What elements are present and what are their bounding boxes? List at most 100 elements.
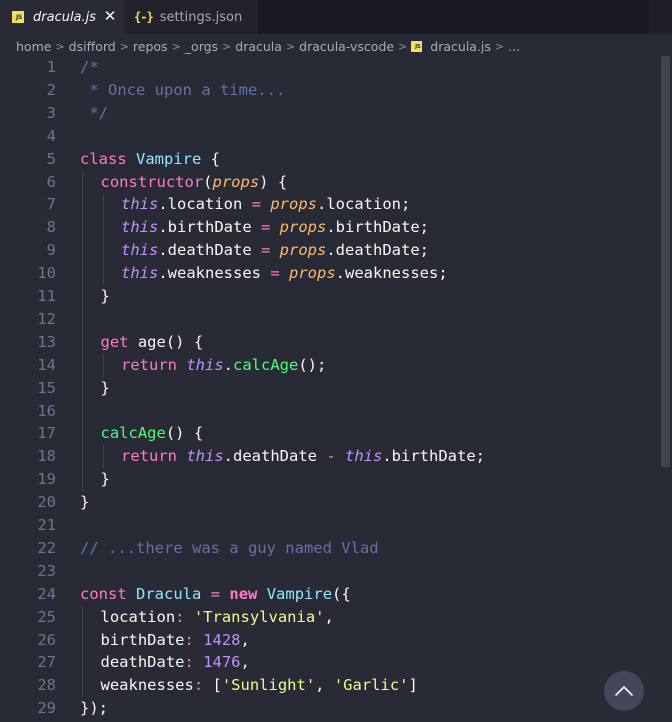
indent-guide <box>102 193 104 285</box>
code-token: .deathDate <box>223 447 327 466</box>
line-number: 10 <box>37 264 56 283</box>
line-number: 15 <box>37 378 56 397</box>
code-token: , <box>324 607 334 626</box>
breadcrumb-item[interactable]: dracula-vscode <box>299 39 394 54</box>
code-line[interactable]: this.location = props.location; <box>121 193 410 216</box>
code-line[interactable]: return this.calcAge(); <box>121 354 326 377</box>
breadcrumb-separator: > <box>398 39 408 53</box>
code-token: weaknesses <box>100 676 194 695</box>
breadcrumb-item[interactable]: dracula <box>235 39 282 54</box>
code-line[interactable]: } <box>101 468 110 491</box>
javascript-file-icon: JS <box>12 11 24 23</box>
breadcrumb-item[interactable]: _orgs <box>185 39 218 54</box>
code-token: [ <box>203 676 222 695</box>
code-token: constructor <box>100 172 204 191</box>
code-token: .weaknesses <box>158 264 271 283</box>
line-number: 8 <box>46 218 56 237</box>
code-line[interactable]: * Once upon a time... <box>80 79 285 102</box>
code-line[interactable]: } <box>101 285 110 308</box>
code-token: : <box>193 676 204 695</box>
code-token: { <box>201 149 221 168</box>
indent-guide <box>82 605 83 698</box>
code-line[interactable]: }); <box>80 697 108 720</box>
breadcrumb-item[interactable]: repos <box>133 39 168 54</box>
line-number: 27 <box>37 653 56 672</box>
code-token: props <box>279 241 327 260</box>
code-token: this <box>186 447 224 466</box>
line-number: 17 <box>37 424 56 443</box>
code-line[interactable]: /* <box>80 56 99 79</box>
code-token: * Once upon a time... <box>80 80 286 99</box>
tab-bar-empty-area <box>258 0 649 34</box>
breadcrumb-file[interactable]: JS dracula.js <box>411 39 491 54</box>
code-token: , <box>240 630 250 649</box>
code-line[interactable]: // ...there was a guy named Vlad <box>80 537 379 560</box>
code-line[interactable]: location: 'Transylvania', <box>101 606 334 629</box>
breadcrumb-separator: > <box>222 39 232 53</box>
line-number: 3 <box>46 103 56 122</box>
code-line[interactable]: } <box>80 491 89 514</box>
breadcrumb-item[interactable]: home <box>16 39 51 54</box>
tab-settings-json[interactable]: {-} settings.json <box>124 0 258 34</box>
code-line[interactable]: weaknesses: ['Sunlight', 'Garlic'] <box>101 674 418 697</box>
code-line[interactable]: return this.deathDate - this.birthDate; <box>121 445 485 468</box>
code-line[interactable]: calcAge() { <box>101 422 204 445</box>
code-line[interactable]: deathDate: 1476, <box>101 651 250 674</box>
code-line[interactable]: */ <box>80 102 108 125</box>
code-token: */ <box>80 103 108 122</box>
line-number: 12 <box>37 309 56 328</box>
line-number: 23 <box>37 561 56 580</box>
line-number: 7 <box>46 195 56 214</box>
javascript-file-icon: JS <box>411 40 423 52</box>
code-line[interactable]: this.birthDate = props.birthDate; <box>121 216 429 239</box>
line-number: 25 <box>37 607 56 626</box>
code-token: props <box>212 172 260 191</box>
code-token: () { <box>165 424 204 443</box>
code-line[interactable]: get age() { <box>101 331 204 354</box>
code-token: .weaknesses; <box>335 264 448 283</box>
vertical-scrollbar[interactable] <box>661 56 670 467</box>
code-token: this <box>121 241 159 260</box>
close-tab-button[interactable]: ✕ <box>101 6 119 26</box>
code-token: , <box>315 676 334 695</box>
breadcrumb-separator: > <box>285 39 296 53</box>
code-token: new <box>229 584 258 603</box>
code-token: props <box>289 264 336 283</box>
line-number: 20 <box>37 493 56 512</box>
code-line[interactable]: class Vampire { <box>80 148 220 171</box>
code-token: return <box>121 355 177 374</box>
line-number: 2 <box>46 80 56 99</box>
code-token: } <box>80 493 90 512</box>
code-token: props <box>279 218 327 237</box>
code-line[interactable]: this.weaknesses = props.weaknesses; <box>121 262 448 285</box>
code-token: .deathDate; <box>326 241 429 260</box>
code-token: ] <box>408 676 418 695</box>
code-line[interactable]: } <box>101 377 110 400</box>
code-token: location <box>100 607 176 626</box>
line-number: 28 <box>37 676 56 695</box>
line-number: 26 <box>37 630 56 649</box>
code-token: this <box>121 195 159 214</box>
code-line[interactable]: const Dracula = new Vampire({ <box>80 583 351 606</box>
code-token: Dracula <box>136 584 202 603</box>
code-token: ( <box>203 172 213 191</box>
code-line[interactable]: constructor(props) { <box>101 171 288 194</box>
scroll-to-top-button[interactable] <box>604 671 644 711</box>
code-line[interactable]: birthDate: 1428, <box>101 629 250 652</box>
line-number: 29 <box>37 699 56 718</box>
breadcrumb-item[interactable]: dsifford <box>69 39 116 54</box>
line-number: 22 <box>37 538 56 557</box>
code-line[interactable]: this.deathDate = props.deathDate; <box>121 239 429 262</box>
tab-bar: JS dracula.js ✕ {-} settings.json <box>0 0 672 34</box>
code-token: = <box>210 584 221 603</box>
code-token: : <box>175 607 185 626</box>
code-token: . <box>223 355 234 374</box>
breadcrumb-symbol-overflow[interactable]: ... <box>508 39 520 54</box>
code-editor[interactable]: 1 2 3 4 5 6 7 8 9 10 11 12 13 14 15 16 17 18 19 20 21 22 23 24 2… <box>0 56 672 722</box>
